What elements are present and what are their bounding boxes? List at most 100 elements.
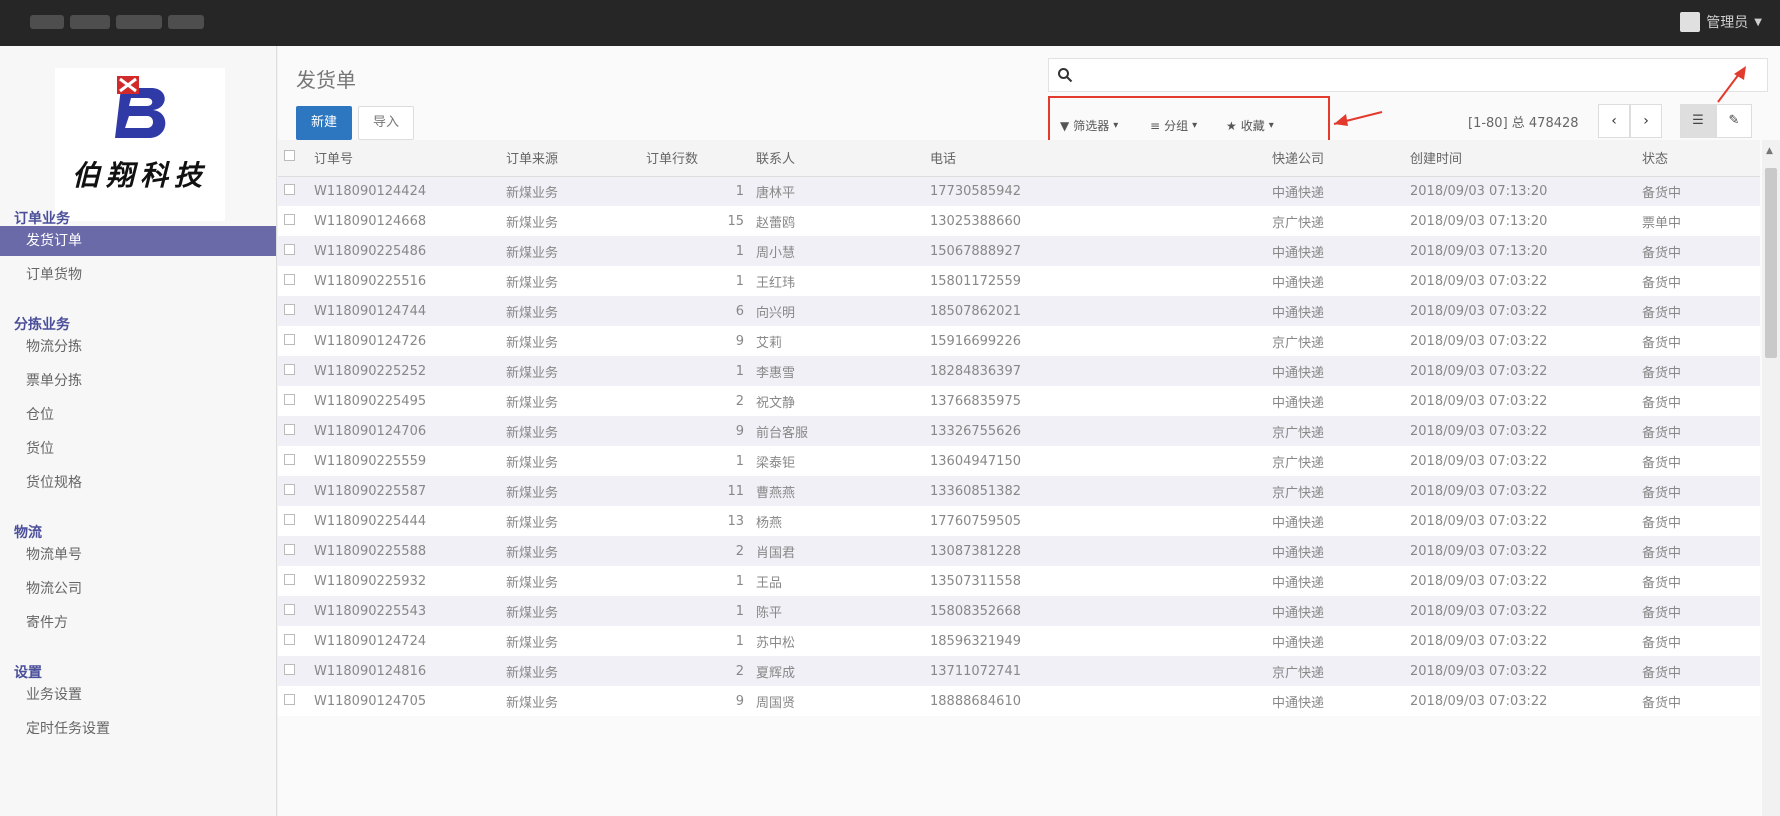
table-row[interactable]: W118090124744 新煤业务 6 向兴明 18507862021 中通快递 2018…: [278, 296, 1760, 326]
row-select-cell[interactable]: [278, 656, 308, 686]
column-header[interactable]: 状态: [1636, 140, 1760, 176]
row-select-cell[interactable]: [278, 326, 308, 356]
table-cell: 2018/09/03 07:03:22: [1410, 543, 1548, 559]
sidebar-item[interactable]: 物流单号: [0, 540, 276, 570]
user-menu[interactable]: 管理员 ▼: [1680, 12, 1762, 32]
sidebar-item[interactable]: 业务设置: [0, 680, 276, 710]
brand-mark[interactable]: [30, 11, 204, 33]
table-row[interactable]: W118090124816 新煤业务 2 夏辉成 13711072741 京广快递 2018…: [278, 656, 1760, 686]
sidebar-item[interactable]: 寄件方: [0, 608, 276, 638]
sidebar-item[interactable]: 仓位: [0, 400, 276, 430]
row-checkbox[interactable]: [284, 543, 295, 555]
sidebar-item[interactable]: 定时任务设置: [0, 714, 276, 744]
filter-dropdown[interactable]: ▼ 筛选器 ▾: [1060, 112, 1118, 140]
sidebar-item[interactable]: 货位: [0, 434, 276, 464]
row-checkbox[interactable]: [284, 273, 295, 285]
row-checkbox[interactable]: [284, 243, 295, 255]
row-select-cell[interactable]: [278, 296, 308, 326]
column-header[interactable]: 订单号: [308, 140, 500, 176]
edit-view-button[interactable]: ✎: [1716, 104, 1752, 138]
row-checkbox[interactable]: [284, 603, 295, 615]
row-checkbox[interactable]: [284, 483, 295, 495]
sidebar-item[interactable]: 货位规格: [0, 468, 276, 498]
table-scrollbar[interactable]: ▲: [1762, 140, 1780, 816]
row-checkbox[interactable]: [284, 183, 295, 195]
table-row[interactable]: W118090124724 新煤业务 1 苏中松 18596321949 中通快递 2018…: [278, 626, 1760, 656]
table-row[interactable]: W118090225588 新煤业务 2 肖国君 13087381228 中通快递 2018…: [278, 536, 1760, 566]
table-row[interactable]: W118090225516 新煤业务 1 王红玮 15801172559 中通快递 2018…: [278, 266, 1760, 296]
row-checkbox[interactable]: [284, 393, 295, 405]
table-row[interactable]: W118090225932 新煤业务 1 王品 13507311558 中通快递 2018/…: [278, 566, 1760, 596]
row-checkbox[interactable]: [284, 453, 295, 465]
page-title: 发货单: [296, 68, 356, 92]
row-select-cell[interactable]: [278, 476, 308, 506]
next-page-button[interactable]: ›: [1630, 104, 1662, 138]
row-checkbox[interactable]: [284, 303, 295, 315]
row-select-cell[interactable]: [278, 566, 308, 596]
row-checkbox[interactable]: [284, 333, 295, 345]
orders-table: 订单号 订单来源 订单行数 联系人 电话 快递公司 创建时间 状态 W11809…: [278, 140, 1760, 716]
new-button[interactable]: 新建: [296, 106, 352, 140]
row-select-cell[interactable]: [278, 356, 308, 386]
row-select-cell[interactable]: [278, 536, 308, 566]
column-header[interactable]: 订单来源: [500, 140, 640, 176]
row-select-cell[interactable]: [278, 416, 308, 446]
select-all-cell[interactable]: [278, 140, 308, 176]
table-row[interactable]: W118090225543 新煤业务 1 陈平 15808352668 中通快递 2018/…: [278, 596, 1760, 626]
sidebar-item[interactable]: 物流分拣: [0, 332, 276, 362]
row-select-cell[interactable]: [278, 176, 308, 206]
column-header[interactable]: 电话: [924, 140, 1266, 176]
column-header[interactable]: 联系人: [750, 140, 924, 176]
sidebar-item[interactable]: 票单分拣: [0, 366, 276, 396]
row-select-cell[interactable]: [278, 446, 308, 476]
table-cell: 曹燕燕: [756, 485, 796, 501]
table-cell: 唐林平: [756, 185, 796, 201]
table-row[interactable]: W118090225252 新煤业务 1 李惠雪 18284836397 中通快递 2018…: [278, 356, 1760, 386]
sidebar-item[interactable]: 发货订单: [0, 226, 276, 256]
table-cell: W118090225516: [314, 273, 427, 289]
table-row[interactable]: W118090124424 新煤业务 1 唐林平 17730585942 中通快递 2018…: [278, 176, 1760, 206]
table-row[interactable]: W118090124668 新煤业务 15 赵蕾鸥 13025388660 京广快递 201…: [278, 206, 1760, 236]
group-dropdown[interactable]: ≡ 分组 ▾: [1150, 112, 1197, 140]
row-checkbox[interactable]: [284, 573, 295, 585]
table-cell: 2018/09/03 07:03:22: [1410, 303, 1548, 319]
row-select-cell[interactable]: [278, 386, 308, 416]
row-checkbox[interactable]: [284, 663, 295, 675]
table-row[interactable]: W118090225444 新煤业务 13 杨燕 17760759505 中通快递 2018…: [278, 506, 1760, 536]
table-row[interactable]: W118090225559 新煤业务 1 梁泰钜 13604947150 京广快递 2018…: [278, 446, 1760, 476]
table-row[interactable]: W118090124705 新煤业务 9 周国贤 18888684610 中通快递 2018…: [278, 686, 1760, 716]
column-header[interactable]: 订单行数: [640, 140, 750, 176]
row-checkbox[interactable]: [284, 513, 295, 525]
table-cell: 1: [735, 453, 744, 469]
row-select-cell[interactable]: [278, 206, 308, 236]
row-checkbox[interactable]: [284, 633, 295, 645]
table-row[interactable]: W118090225486 新煤业务 1 周小慧 15067888927 中通快递 2018…: [278, 236, 1760, 266]
row-select-cell[interactable]: [278, 596, 308, 626]
table-row[interactable]: W118090225587 新煤业务 11 曹燕燕 13360851382 京广快递 201…: [278, 476, 1760, 506]
sidebar-item[interactable]: 物流公司: [0, 574, 276, 604]
table-row[interactable]: W118090124726 新煤业务 9 艾莉 15916699226 京广快递 2018/…: [278, 326, 1760, 356]
column-header[interactable]: 创建时间: [1404, 140, 1636, 176]
prev-page-button[interactable]: ‹: [1598, 104, 1630, 138]
row-checkbox[interactable]: [284, 423, 295, 435]
pager-range[interactable]: [1-80] 总 478428: [1468, 112, 1579, 131]
list-view-button[interactable]: ☰: [1680, 104, 1716, 138]
row-select-cell[interactable]: [278, 686, 308, 716]
table-row[interactable]: W118090225495 新煤业务 2 祝文静 13766835975 中通快递 2018…: [278, 386, 1760, 416]
row-checkbox[interactable]: [284, 693, 295, 705]
scroll-up-icon[interactable]: ▲: [1766, 146, 1773, 156]
row-select-cell[interactable]: [278, 236, 308, 266]
row-select-cell[interactable]: [278, 506, 308, 536]
row-select-cell[interactable]: [278, 626, 308, 656]
scroll-thumb[interactable]: [1765, 168, 1777, 358]
favorite-dropdown[interactable]: ★ 收藏 ▾: [1226, 112, 1274, 140]
row-checkbox[interactable]: [284, 213, 295, 225]
row-checkbox[interactable]: [284, 363, 295, 375]
column-header[interactable]: 快递公司: [1266, 140, 1404, 176]
search-input[interactable]: [1048, 58, 1768, 92]
import-button[interactable]: 导入: [358, 106, 414, 140]
select-all-checkbox[interactable]: [284, 150, 295, 162]
table-row[interactable]: W118090124706 新煤业务 9 前台客服 13326755626 京广快递 201…: [278, 416, 1760, 446]
row-select-cell[interactable]: [278, 266, 308, 296]
sidebar-item[interactable]: 订单货物: [0, 260, 276, 290]
